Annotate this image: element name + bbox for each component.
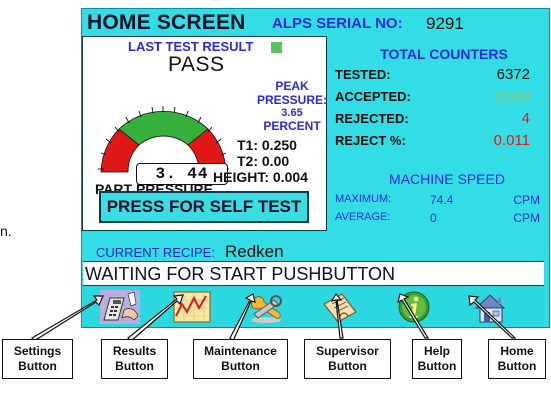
- maintenance-button-label: Maintenance Button: [193, 339, 288, 379]
- supervisor-button[interactable]: [305, 287, 375, 326]
- results-label-line1: Results: [112, 344, 157, 358]
- settings-button[interactable]: [85, 287, 155, 326]
- reject-percent-label: REJECT %:: [335, 133, 406, 148]
- margin-text: n.: [0, 223, 12, 239]
- settings-calculator-icon: [100, 289, 140, 324]
- help-info-icon: [398, 291, 430, 322]
- navigation-icon-bar: [83, 286, 544, 327]
- machine-speed-title: MACHINE SPEED: [389, 171, 505, 187]
- home-button[interactable]: [455, 287, 525, 326]
- settings-button-label: Settings Button: [2, 339, 73, 379]
- self-test-button[interactable]: PRESS FOR SELF TEST: [99, 191, 309, 223]
- total-counters-title: TOTAL COUNTERS: [380, 46, 508, 62]
- results-chart-icon: [173, 290, 211, 323]
- peak-pressure-label: PEAK PRESSURE:: [249, 79, 335, 107]
- last-test-result: PASS: [168, 53, 225, 76]
- help-button-label: Help Button: [412, 339, 462, 379]
- peak-pressure-line2: PRESSURE:: [256, 93, 327, 107]
- t2-row: T2: 0.00: [237, 153, 289, 169]
- settings-label-line1: Settings: [13, 344, 62, 358]
- tested-value: 6372: [496, 66, 530, 83]
- serial-value: 9291: [426, 14, 464, 33]
- t1-value: 0.250: [261, 137, 297, 153]
- tested-row: TESTED: 6372: [335, 66, 545, 83]
- height-row: HEIGHT: 0.004: [213, 169, 308, 185]
- t2-value: 0.00: [261, 153, 290, 169]
- height-label: HEIGHT:: [213, 169, 269, 185]
- app-root: n. HOME SCREEN ALPS SERIAL NO: 9291 LAST…: [0, 0, 551, 404]
- speed-maximum-label: MAXIMUM:: [335, 193, 392, 205]
- current-recipe-value: Redken: [225, 242, 284, 261]
- last-test-label: LAST TEST RESULT: [128, 39, 254, 54]
- t1-row: T1: 0.250: [237, 137, 297, 153]
- results-button[interactable]: [157, 287, 227, 326]
- settings-label-line2: Button: [18, 359, 57, 373]
- help-label-line2: Button: [417, 359, 457, 373]
- reject-percent-row: REJECT %: 0.011: [335, 132, 545, 149]
- supervisor-label-line1: Supervisor: [316, 344, 379, 358]
- help-label-line1: Help: [423, 344, 450, 358]
- supervisor-clipboard-icon: [323, 292, 357, 323]
- status-message-bar: WAITING FOR START PUSHBUTTON: [83, 261, 544, 286]
- home-label-line2: Button: [497, 359, 537, 373]
- peak-pressure-value: 3.65: [281, 107, 303, 119]
- speed-average-value: 0: [430, 211, 437, 225]
- results-label-line2: Button: [115, 359, 154, 373]
- results-button-label: Results Button: [101, 339, 168, 379]
- reject-percent-value: 0.011: [493, 132, 530, 149]
- serial-label: ALPS SERIAL NO:: [272, 15, 403, 32]
- speed-average-row: AVERAGE: 0 CPM: [335, 211, 545, 225]
- rejected-row: REJECTED: 4: [335, 110, 545, 127]
- speed-average-label: AVERAGE:: [335, 211, 391, 223]
- home-button-label: Home Button: [488, 339, 546, 379]
- maintenance-label-line1: Maintenance: [204, 344, 277, 358]
- speed-maximum-unit: CPM: [513, 193, 540, 207]
- supervisor-button-label: Supervisor Button: [304, 339, 391, 379]
- maintenance-label-line2: Button: [221, 359, 260, 373]
- help-button[interactable]: [379, 287, 449, 326]
- peak-pressure-line1: PEAK: [275, 79, 309, 93]
- hmi-home-screen: HOME SCREEN ALPS SERIAL NO: 9291 LAST TE…: [81, 8, 550, 328]
- accepted-value: 6368: [496, 88, 530, 105]
- rejected-label: REJECTED:: [335, 111, 409, 126]
- pass-indicator-icon: [271, 42, 282, 53]
- home-house-icon: [474, 293, 506, 322]
- screen-title: HOME SCREEN: [87, 11, 246, 34]
- last-test-panel: LAST TEST RESULT PASS 3. 44 PEAK PRESSUR…: [82, 36, 327, 231]
- accepted-row: ACCEPTED: 6368: [335, 88, 545, 105]
- t2-label: T2:: [237, 153, 258, 169]
- rejected-value: 4: [521, 110, 530, 127]
- maintenance-button[interactable]: [231, 287, 301, 326]
- peak-pressure-unit: PERCENT: [263, 119, 321, 133]
- height-value: 0.004: [272, 169, 308, 185]
- speed-average-unit: CPM: [513, 211, 540, 225]
- accepted-label: ACCEPTED:: [335, 89, 411, 104]
- speed-maximum-value: 74.4: [430, 193, 454, 207]
- home-label-line1: Home: [500, 344, 534, 358]
- t1-label: T1:: [237, 137, 258, 153]
- supervisor-label-line2: Button: [328, 359, 367, 373]
- current-recipe-label: CURRENT RECIPE:: [96, 245, 215, 260]
- speed-maximum-row: MAXIMUM: 74.4 CPM: [335, 193, 545, 207]
- tested-label: TESTED:: [335, 67, 391, 82]
- maintenance-wrench-icon: [251, 294, 282, 323]
